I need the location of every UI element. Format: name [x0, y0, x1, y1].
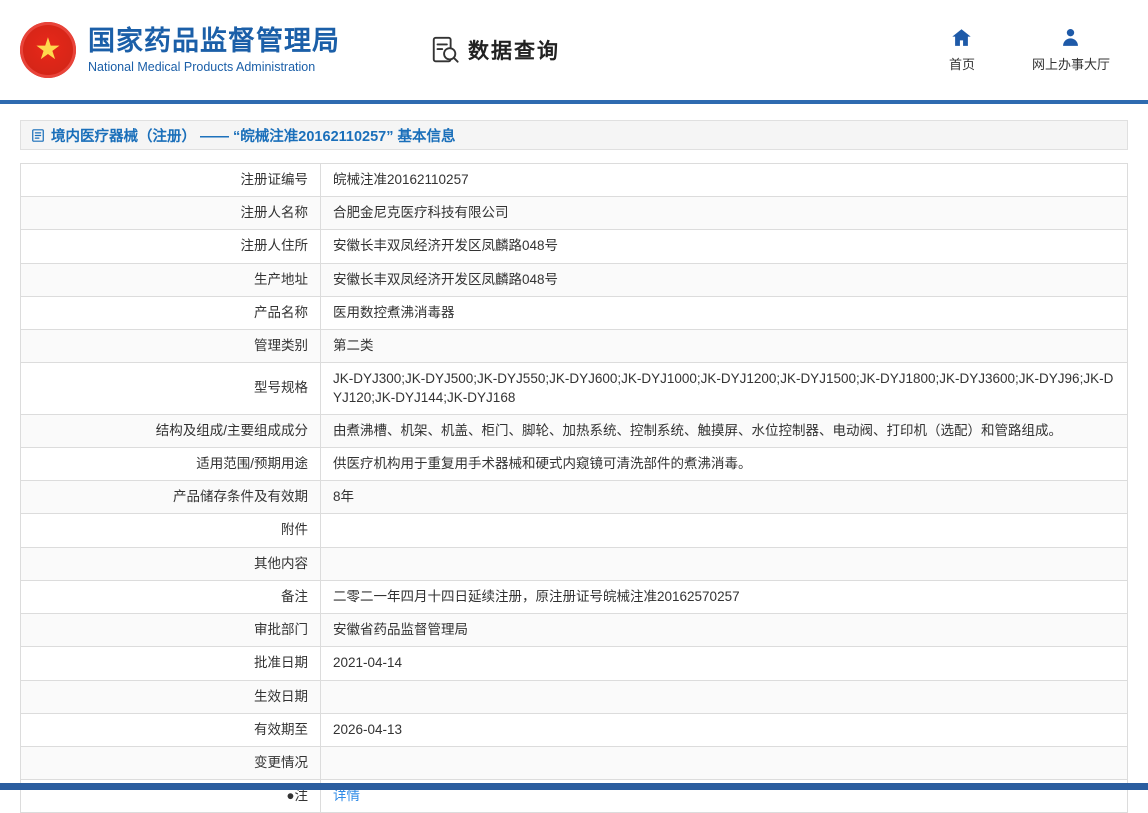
table-row: 审批部门安徽省药品监督管理局 — [21, 614, 1128, 647]
table-row: 适用范围/预期用途供医疗机构用于重复用手术器械和硬式内窥镜可清洗部件的煮沸消毒。 — [21, 447, 1128, 480]
row-label: 注册人名称 — [21, 197, 321, 230]
main-content: 境内医疗器械（注册） —— “皖械注准20162110257” 基本信息 注册证… — [0, 104, 1148, 813]
row-label: 变更情况 — [21, 746, 321, 779]
row-label: 产品名称 — [21, 296, 321, 329]
row-label: 批准日期 — [21, 647, 321, 680]
document-icon — [31, 128, 51, 143]
row-value: 8年 — [321, 481, 1128, 514]
emblem-star-glyph: ★ — [35, 35, 62, 65]
row-label: 适用范围/预期用途 — [21, 447, 321, 480]
table-row: 产品储存条件及有效期8年 — [21, 481, 1128, 514]
table-row: 有效期至2026-04-13 — [21, 713, 1128, 746]
table-row: 批准日期2021-04-14 — [21, 647, 1128, 680]
row-label: 备注 — [21, 580, 321, 613]
footer-bar — [0, 783, 1148, 790]
site-title: 国家药品监督管理局 — [88, 26, 340, 57]
row-value — [321, 680, 1128, 713]
nav-item-service-hall[interactable]: 网上办事大厅 — [1032, 27, 1110, 73]
table-row: 生效日期 — [21, 680, 1128, 713]
row-label: 结构及组成/主要组成成分 — [21, 414, 321, 447]
row-value — [321, 514, 1128, 547]
row-value: 合肥金尼克医疗科技有限公司 — [321, 197, 1128, 230]
table-row: 注册证编号皖械注准20162110257 — [21, 164, 1128, 197]
table-row: 其他内容 — [21, 547, 1128, 580]
row-label: 注册证编号 — [21, 164, 321, 197]
page-title: 境内医疗器械（注册） —— “皖械注准20162110257” 基本信息 — [51, 125, 456, 146]
home-icon — [951, 27, 972, 54]
row-label: 其他内容 — [21, 547, 321, 580]
table-row: 注册人名称合肥金尼克医疗科技有限公司 — [21, 197, 1128, 230]
table-row: 型号规格JK-DYJ300;JK-DYJ500;JK-DYJ550;JK-DYJ… — [21, 363, 1128, 414]
table-row: 附件 — [21, 514, 1128, 547]
row-value: 安徽省药品监督管理局 — [321, 614, 1128, 647]
row-value: 皖械注准20162110257 — [321, 164, 1128, 197]
row-value: 医用数控煮沸消毒器 — [321, 296, 1128, 329]
nav-service-hall-label: 网上办事大厅 — [1032, 54, 1110, 73]
table-row: 变更情况 — [21, 746, 1128, 779]
row-value: 二零二一年四月十四日延续注册，原注册证号皖械注准20162570257 — [321, 580, 1128, 613]
row-value: 2021-04-14 — [321, 647, 1128, 680]
info-table-body: 注册证编号皖械注准20162110257注册人名称合肥金尼克医疗科技有限公司注册… — [21, 164, 1128, 813]
registration-info-table: 注册证编号皖械注准20162110257注册人名称合肥金尼克医疗科技有限公司注册… — [20, 163, 1128, 813]
breadcrumb: 境内医疗器械（注册） —— “皖械注准20162110257” 基本信息 — [20, 120, 1128, 150]
row-label: 管理类别 — [21, 330, 321, 363]
nav-home-label: 首页 — [949, 54, 975, 73]
data-query-section[interactable]: 数据查询 — [430, 35, 560, 65]
table-row: 备注二零二一年四月十四日延续注册，原注册证号皖械注准20162570257 — [21, 580, 1128, 613]
table-row: 注册人住所安徽长丰双凤经济开发区凤麟路048号 — [21, 230, 1128, 263]
nav-item-home[interactable]: 首页 — [938, 27, 986, 73]
data-query-label: 数据查询 — [468, 35, 560, 65]
table-row: 生产地址安徽长丰双凤经济开发区凤麟路048号 — [21, 263, 1128, 296]
table-row: 产品名称医用数控煮沸消毒器 — [21, 296, 1128, 329]
row-label: 注册人住所 — [21, 230, 321, 263]
row-value: 供医疗机构用于重复用手术器械和硬式内窥镜可清洗部件的煮沸消毒。 — [321, 447, 1128, 480]
top-nav: 首页 网上办事大厅 — [938, 27, 1110, 73]
table-row: 结构及组成/主要组成成分由煮沸槽、机架、机盖、柜门、脚轮、加热系统、控制系统、触… — [21, 414, 1128, 447]
nmpa-logo[interactable]: ★ 国家药品监督管理局 National Medical Products Ad… — [20, 22, 340, 78]
row-label: 审批部门 — [21, 614, 321, 647]
row-label: 生产地址 — [21, 263, 321, 296]
row-value: 由煮沸槽、机架、机盖、柜门、脚轮、加热系统、控制系统、触摸屏、水位控制器、电动阀… — [321, 414, 1128, 447]
row-value: JK-DYJ300;JK-DYJ500;JK-DYJ550;JK-DYJ600;… — [321, 363, 1128, 414]
row-value: 第二类 — [321, 330, 1128, 363]
row-label: 附件 — [21, 514, 321, 547]
row-value: 2026-04-13 — [321, 713, 1128, 746]
national-emblem-icon: ★ — [20, 22, 76, 78]
person-icon — [1060, 27, 1081, 54]
site-header: ★ 国家药品监督管理局 National Medical Products Ad… — [0, 0, 1148, 100]
row-label: 生效日期 — [21, 680, 321, 713]
row-value: 安徽长丰双凤经济开发区凤麟路048号 — [321, 230, 1128, 263]
site-subtitle: National Medical Products Administration — [88, 60, 340, 74]
row-label: 有效期至 — [21, 713, 321, 746]
row-value: 安徽长丰双凤经济开发区凤麟路048号 — [321, 263, 1128, 296]
table-row: 管理类别第二类 — [21, 330, 1128, 363]
detail-link[interactable]: 详情 — [333, 788, 360, 803]
row-value — [321, 547, 1128, 580]
data-query-icon — [430, 35, 460, 65]
row-label: 型号规格 — [21, 363, 321, 414]
logo-text: 国家药品监督管理局 National Medical Products Admi… — [88, 26, 340, 74]
row-label: 产品储存条件及有效期 — [21, 481, 321, 514]
row-value — [321, 746, 1128, 779]
